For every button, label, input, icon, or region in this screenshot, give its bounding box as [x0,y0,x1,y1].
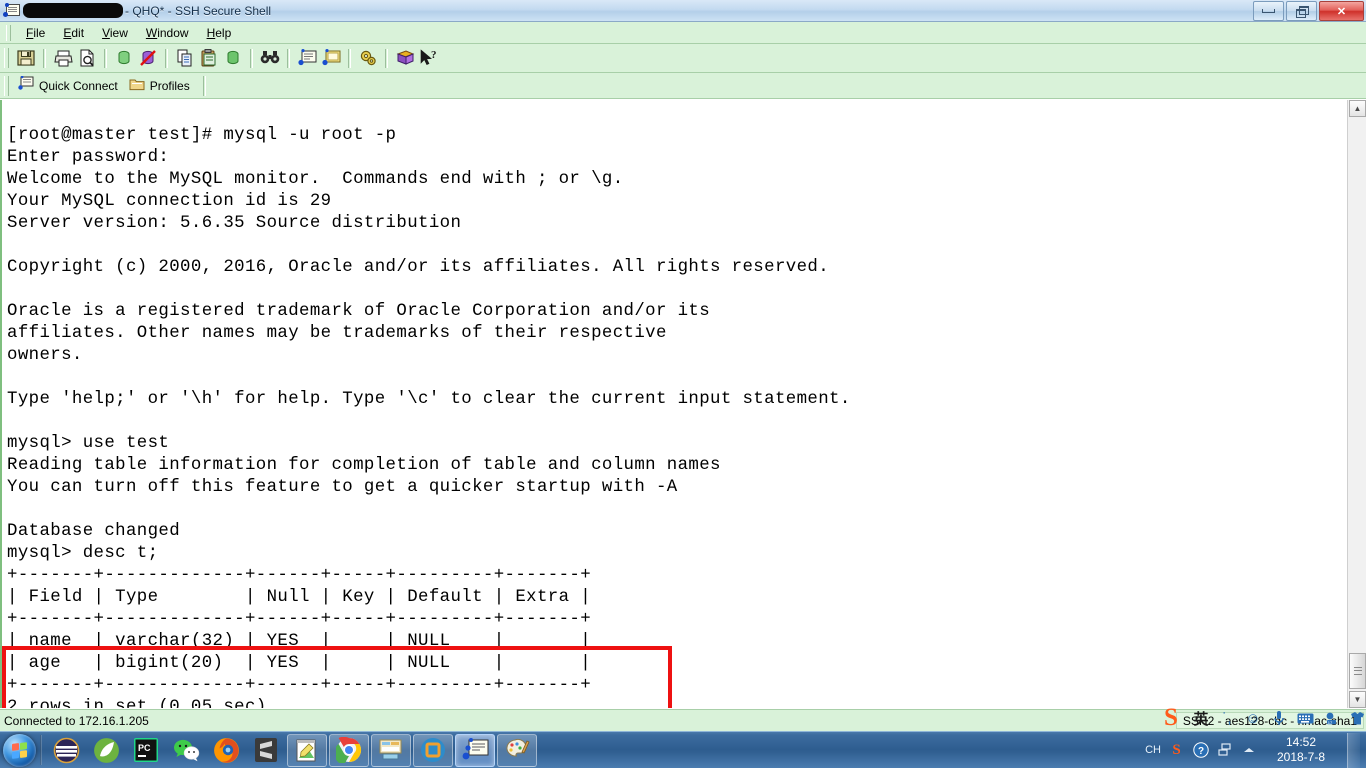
connect-icon[interactable] [112,46,136,70]
svg-text:PC: PC [138,743,151,753]
menu-window[interactable]: Window [137,24,198,42]
scrollbar-thumb[interactable] [1349,653,1366,689]
taskbar-ssh[interactable] [455,733,495,767]
ime-keyboard-icon[interactable] [1296,709,1314,727]
taskbar-vmware[interactable] [413,733,453,767]
taskbar-explorer[interactable] [371,733,411,767]
menu-view-label: iew [109,25,128,40]
print-icon[interactable] [51,46,75,70]
toolbar-separator-4 [250,48,253,68]
disconnect-icon[interactable] [136,46,160,70]
help-book-icon[interactable] [393,46,417,70]
ime-comma-icon[interactable]: ˙, [1218,709,1236,727]
context-help-icon[interactable]: ? [417,46,441,70]
profiles-label: Profiles [149,78,190,93]
new-terminal-icon[interactable] [295,46,319,70]
start-button[interactable] [3,733,36,767]
tray-help-icon[interactable]: ? [1192,742,1209,759]
taskbar-sublime[interactable] [247,735,285,766]
quick-connect-button[interactable]: Quick Connect [14,74,125,97]
system-tray: CH S ? 14:52 2018-7-8 [1145,732,1366,768]
svg-text:?: ? [1197,746,1203,757]
taskbar-pycharm[interactable]: PC [127,735,165,766]
menu-window-label: indow [157,25,189,40]
toolbar-separator-5 [287,48,290,68]
new-file-transfer-icon[interactable] [319,46,343,70]
scroll-up-icon[interactable]: ▲ [1349,100,1366,117]
toolbar-separator-1 [43,48,46,68]
taskbar-notepadpp[interactable] [287,733,327,767]
find-icon[interactable] [258,46,282,70]
svg-text:17: 17 [1327,720,1332,725]
connectbar-grip[interactable] [4,75,9,96]
svg-text:?: ? [431,49,437,61]
close-button[interactable]: ✕ [1319,1,1364,21]
menu-file[interactable]: File [17,24,54,42]
settings-icon[interactable] [356,46,380,70]
upload-icon[interactable] [221,46,245,70]
toolbar-grip[interactable] [4,48,9,68]
menu-edit-label: dit [71,25,85,40]
quick-connect-bar: Quick Connect Profiles [0,73,1366,99]
show-desktop-button[interactable] [1347,732,1360,768]
menu-file-label: ile [33,25,46,40]
quick-connect-label: Quick Connect [39,78,118,93]
tray-network-icon[interactable] [1216,742,1233,759]
taskbar-spring[interactable] [87,735,125,766]
ime-chinese-icon[interactable]: 英 [1192,709,1210,728]
ime-skin-icon[interactable] [1348,709,1366,727]
taskbar-chrome[interactable] [329,733,369,767]
connectbar-separator [202,75,206,96]
profiles-button[interactable]: Profiles [125,75,197,96]
taskbar-separator-1 [40,735,42,765]
tray-show-hidden-icon[interactable] [1240,742,1257,759]
copy-icon[interactable] [173,46,197,70]
window-controls: ✕ [1253,1,1364,21]
tray-language-indicator[interactable]: CH [1145,744,1161,756]
taskbar-clock[interactable]: 14:52 2018-7-8 [1264,735,1338,765]
ime-tools-icon[interactable]: 17 [1322,709,1340,727]
sogou-ime-toolbar[interactable]: S 英 ˙, ☺ 17 [1158,704,1366,732]
folder-icon [129,77,145,94]
desktop: - QHQ* - SSH Secure Shell ✕ File Edit Vi… [0,0,1366,768]
menu-edit[interactable]: Edit [54,24,93,42]
ime-emoji-icon[interactable]: ☺ [1244,709,1262,727]
quick-connect-icon [18,75,34,95]
redacted-hostname [23,3,123,18]
taskbar-firefox[interactable] [207,735,245,766]
paste-icon[interactable] [197,46,221,70]
connection-status: Connected to 172.16.1.205 [4,713,149,728]
main-toolbar: ? [0,44,1366,73]
ime-voice-icon[interactable] [1270,709,1288,727]
ssh-terminal-icon [3,2,20,19]
clock-time: 14:52 [1285,735,1317,749]
print-preview-icon[interactable] [75,46,99,70]
taskbar-paint[interactable] [497,733,537,767]
window-title: - QHQ* - SSH Secure Shell [125,3,272,18]
terminal-text: [root@master test]# mysql -u root -p Ent… [7,126,851,708]
maximize-button[interactable] [1286,1,1317,21]
clock-date: 2018-7-8 [1276,750,1326,764]
menu-bar: File Edit View Window Help [0,22,1366,44]
sogou-logo-icon[interactable]: S [1158,705,1184,731]
menu-grip[interactable] [6,24,11,41]
taskbar-wechat[interactable] [167,735,205,766]
tray-sogou-icon[interactable]: S [1168,742,1185,759]
terminal-scrollbar[interactable]: ▲ ▼ [1347,100,1366,708]
toolbar-separator-2 [104,48,107,68]
menu-help-label: elp [215,25,232,40]
toolbar-separator-6 [348,48,351,68]
menu-view[interactable]: View [93,24,137,42]
toolbar-separator-7 [385,48,388,68]
windows-taskbar: PC CH S ? 14:52 2018-7-8 [0,731,1366,768]
minimize-button[interactable] [1253,1,1284,21]
save-icon[interactable] [14,46,38,70]
menu-help[interactable]: Help [198,24,241,42]
taskbar-eclipse[interactable] [47,735,85,766]
toolbar-separator-3 [165,48,168,68]
window-titlebar: - QHQ* - SSH Secure Shell ✕ [0,0,1366,22]
terminal-output-area[interactable]: [root@master test]# mysql -u root -p Ent… [0,100,1347,708]
